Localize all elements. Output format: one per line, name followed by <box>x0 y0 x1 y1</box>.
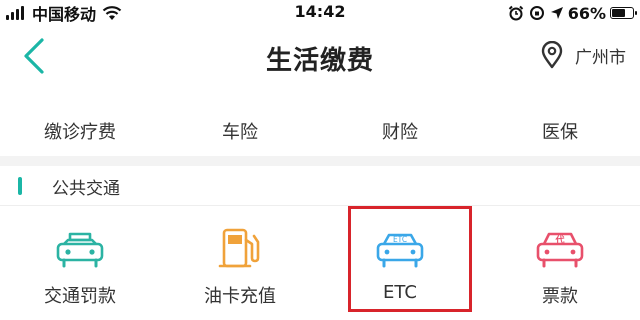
fuel-card-icon <box>218 228 260 268</box>
property-insurance-icon <box>320 86 480 104</box>
section-accent-bar <box>18 177 22 195</box>
grid-item-label: 车险 <box>222 122 258 143</box>
battery-percentage: 66% <box>567 3 606 23</box>
grid-item-health-insurance[interactable]: 医保 <box>480 86 640 156</box>
grid-item-label: 油卡充值 <box>204 286 276 307</box>
grid-item-car-insurance[interactable]: 车险 <box>160 86 320 156</box>
etc-highlight-box <box>348 206 472 312</box>
grid-item-label: 医保 <box>542 122 578 143</box>
transport-grid: 交通罚款 油卡充值 ETC ETC 代 票款 <box>0 206 640 320</box>
section-title: 公共交通 <box>52 179 120 199</box>
status-right: 66% <box>508 3 637 23</box>
health-insurance-icon <box>480 86 640 104</box>
ticket-payment-icon: 代 <box>536 232 584 268</box>
ticket-icon-text: 代 <box>554 234 564 246</box>
grid-item-ticket-payment[interactable]: 代 票款 <box>480 206 640 320</box>
location-pin-icon <box>541 41 563 69</box>
grid-item-label: 票款 <box>542 286 578 307</box>
alarm-clock-icon <box>508 5 523 21</box>
section-header: 公共交通 <box>0 166 640 206</box>
grid-item-label: 交通罚款 <box>44 286 116 307</box>
grid-item-medical-bill[interactable]: 缴诊疗费 <box>0 86 160 156</box>
nav-bar: 生活缴费 广州市 <box>0 26 640 86</box>
service-grid-top: 缴诊疗费 车险 财险 医保 <box>0 86 640 156</box>
location-arrow-icon <box>550 7 563 19</box>
grid-item-label: 缴诊疗费 <box>44 122 116 143</box>
grid-item-fuel-card[interactable]: 油卡充值 <box>160 206 320 320</box>
city-name: 广州市 <box>575 47 626 68</box>
traffic-fine-icon <box>56 232 104 268</box>
grid-item-property-insurance[interactable]: 财险 <box>320 86 480 156</box>
car-insurance-icon <box>160 86 320 104</box>
medical-bill-icon <box>0 86 160 104</box>
battery-icon <box>610 7 637 19</box>
status-bar: 中国移动 14:42 66% <box>0 0 640 26</box>
orientation-lock-icon <box>529 6 544 20</box>
grid-item-label: 财险 <box>382 122 418 143</box>
grid-item-traffic-fine[interactable]: 交通罚款 <box>0 206 160 320</box>
location-selector[interactable]: 广州市 <box>541 40 626 70</box>
